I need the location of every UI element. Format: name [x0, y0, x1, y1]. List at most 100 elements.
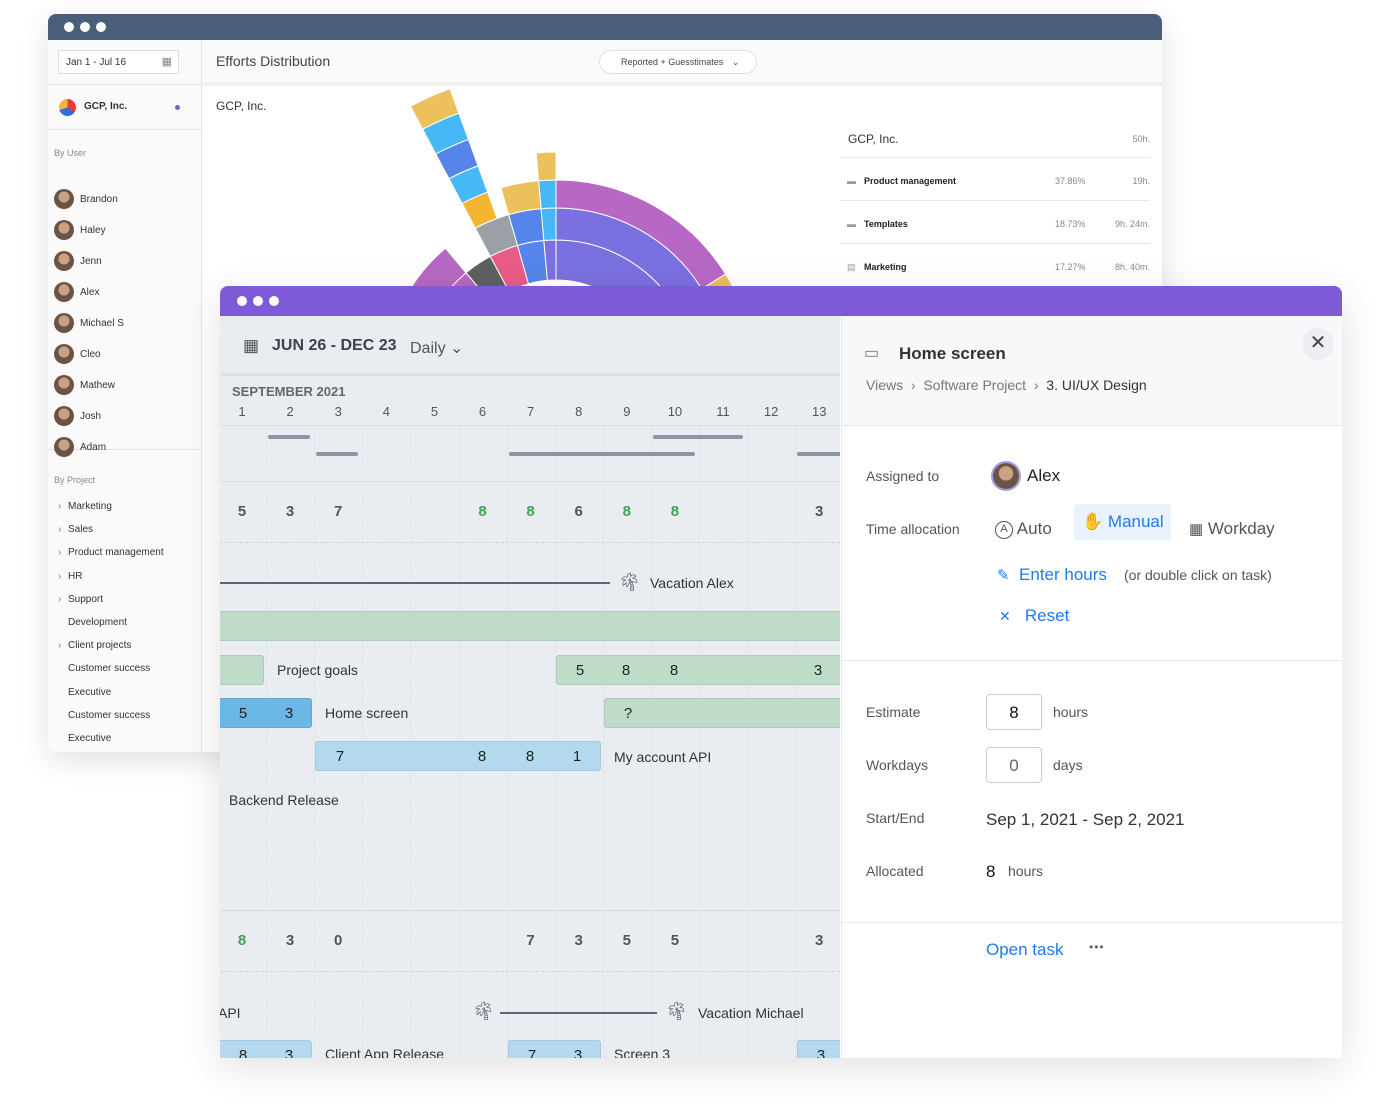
day-label: 6	[478, 404, 487, 419]
daily-hours: 3	[285, 932, 295, 949]
vacation-label: Vacation Alex	[650, 575, 734, 591]
task-hours: 3	[813, 662, 823, 679]
project-bar[interactable]	[220, 611, 840, 641]
estimate-label: Estimate	[866, 704, 921, 720]
enter-hours-link[interactable]: ✎ Enter hours	[997, 565, 1107, 585]
task-hours: 8	[477, 748, 487, 765]
reset-button[interactable]: ✕ Reset	[999, 606, 1069, 626]
summary-table: GCP, Inc. 50h. ▬ Product management 37.86% 1…	[840, 124, 1150, 287]
estimate-unit: hours	[1053, 704, 1089, 720]
palm-tree-icon: 🌴︎	[665, 1001, 688, 1021]
row-time: 9h. 24m.	[1114, 219, 1150, 229]
task-hours: 1	[572, 748, 582, 765]
task-label: Project goals	[277, 662, 358, 678]
task-hours: 7	[527, 1047, 537, 1058]
mode-label: Auto	[1016, 519, 1052, 538]
daily-hours: 7	[334, 503, 343, 520]
daily-hours: 3	[815, 503, 824, 520]
task-hours: 8	[525, 748, 535, 765]
day-label: 1	[238, 404, 246, 419]
scale-value: Daily	[410, 340, 446, 357]
capacity-bar	[508, 452, 695, 456]
breadcrumb-project[interactable]: Software Project	[923, 377, 1026, 393]
task-bar[interactable]	[220, 655, 264, 685]
day-label: 5	[430, 404, 439, 419]
day-divider	[747, 426, 749, 1058]
folder-icon: ▬	[847, 219, 856, 229]
daily-hours: 7	[526, 932, 535, 949]
daily-hours: 3	[815, 932, 824, 949]
estimate-input[interactable]: 8	[986, 694, 1042, 730]
group-label: Backend Release	[229, 792, 339, 808]
summary-row[interactable]: ▬ Product management 37.86% 19h.	[840, 158, 1150, 201]
calendar-percent-icon: ▦	[1189, 521, 1204, 538]
auto-icon: A	[995, 521, 1013, 539]
mode-auto[interactable]: A Auto	[995, 519, 1052, 539]
task-bar[interactable]: 53	[220, 698, 312, 728]
date-range[interactable]: JUN 26 - DEC 23	[272, 337, 397, 355]
task-label: Home screen	[325, 705, 409, 721]
task-hours: 3	[284, 1047, 294, 1058]
close-button[interactable]: ✕	[1302, 328, 1334, 360]
chevron-right-icon: ›	[910, 377, 916, 393]
sunburst-segment[interactable]	[538, 179, 557, 210]
daily-hours: 5	[237, 503, 247, 520]
mode-workday[interactable]: ▦ Workday	[1189, 519, 1275, 539]
hand-icon: ✋	[1082, 512, 1104, 531]
workdays-input[interactable]: 0	[986, 747, 1042, 783]
window-titlebar	[220, 286, 1342, 316]
summary-row[interactable]: ▬ Templates 18.73% 9h. 24m.	[840, 201, 1150, 244]
detail-header: ▭ Home screen ✕ Views › Software Project…	[842, 316, 1342, 426]
sunburst-segment[interactable]	[535, 151, 557, 182]
day-label: 2	[286, 404, 294, 419]
allocated-label: Allocated	[866, 863, 924, 879]
open-task-link[interactable]: Open task	[986, 940, 1064, 960]
startend-label: Start/End	[866, 810, 925, 826]
daily-hours: 5	[622, 932, 631, 949]
day-label: 11	[716, 404, 730, 419]
breadcrumb-current[interactable]: 3. UI/UX Design	[1046, 377, 1146, 393]
day-label: 13	[812, 404, 827, 419]
task-bar[interactable]: 5 8 8 3	[556, 655, 840, 685]
enter-hint: (or double click on task)	[1124, 567, 1272, 583]
day-label: 7	[527, 404, 535, 419]
task-label: Client App Release	[325, 1046, 445, 1058]
task-label: API	[220, 1005, 241, 1021]
row-percent: 37.86%	[1055, 176, 1086, 186]
daily-hours: 0	[334, 932, 343, 949]
day-divider	[795, 426, 797, 1058]
scale-dropdown[interactable]: Daily ⌄	[410, 338, 463, 358]
planner-window: ▦ JUN 26 - DEC 23 Daily ⌄ SEPTEMBER 2021…	[220, 286, 1342, 1058]
assignee[interactable]: Alex	[993, 463, 1060, 489]
more-options-button[interactable]: •••	[1089, 940, 1105, 954]
day-divider	[266, 426, 268, 1058]
sunburst-segment[interactable]	[500, 180, 542, 216]
row-time: 19h.	[1132, 176, 1150, 186]
workdays-unit: days	[1053, 757, 1083, 773]
mode-manual[interactable]: ✋ Manual	[1074, 504, 1171, 540]
summary-total: 50h.	[1132, 134, 1150, 144]
chevron-right-icon: ›	[1033, 377, 1039, 393]
day-label: 8	[575, 404, 583, 419]
task-bar[interactable]: 7 8 8 1	[315, 741, 601, 771]
summary-row[interactable]: ▤ Marketing 17.27% 8h. 40m.	[840, 244, 1150, 287]
task-bar[interactable]: ?	[604, 698, 840, 728]
row-name: Marketing	[864, 262, 907, 272]
row-percent: 18.73%	[1055, 219, 1086, 229]
day-label: 12	[763, 404, 779, 419]
task-hours: 5	[575, 662, 585, 679]
row-name: Templates	[864, 219, 908, 229]
breadcrumb: Views › Software Project › 3. UI/UX Desi…	[866, 377, 1147, 393]
task-bar[interactable]: 73	[508, 1040, 601, 1058]
breadcrumb-views[interactable]: Views	[866, 377, 903, 393]
month-label: SEPTEMBER 2021	[232, 384, 346, 399]
gantt-toolbar: ▦ JUN 26 - DEC 23 Daily ⌄	[220, 316, 840, 376]
edit-icon: ✎	[997, 567, 1010, 584]
task-bar[interactable]: 83	[220, 1040, 312, 1058]
task-hours: 3	[573, 1047, 583, 1058]
mode-label: Workday	[1207, 519, 1275, 538]
day-label: 3	[334, 404, 342, 419]
task-bar[interactable]: 3	[797, 1040, 840, 1058]
task-hours: 7	[335, 748, 345, 765]
day-divider	[699, 426, 700, 1058]
